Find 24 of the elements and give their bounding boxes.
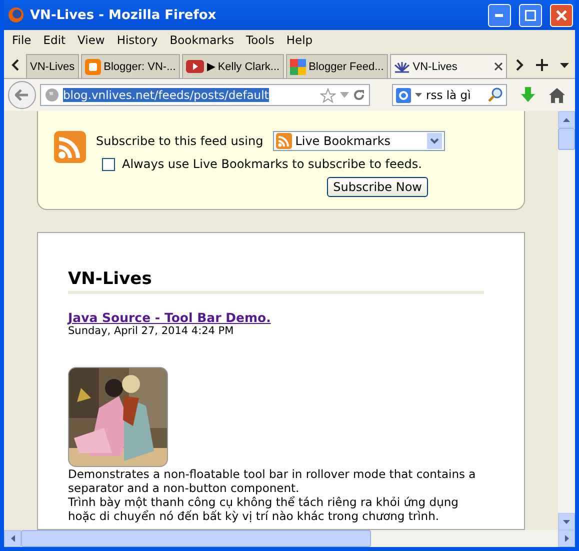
menu-item[interactable]: History [112, 33, 166, 47]
subscribe-button[interactable]: Subscribe Now [327, 177, 428, 197]
post-link[interactable]: Java Source - Tool Bar Demo. [68, 310, 484, 325]
window-title: VN-Lives - Mozilla Firefox [30, 8, 218, 22]
browser-tab[interactable]: VN-Lives [390, 54, 507, 78]
browser-tab[interactable]: VN-Lives [26, 54, 79, 78]
post-date: Sunday, April 27, 2014 4:24 PM [68, 325, 235, 337]
menu-item[interactable]: Edit [39, 33, 74, 47]
address-field[interactable]: blog.vnlives.net/feeds/posts/default [40, 84, 370, 106]
menu-item[interactable]: View [74, 33, 113, 47]
reader-dropdown[interactable]: Live Bookmarks [273, 131, 446, 151]
post-text: Demonstrates a non-floatable tool bar in rollover mode that contains a separator and a non-button component. [68, 467, 477, 495]
blog-title: VN-Lives [68, 269, 484, 294]
browser-tab[interactable]: Blogger Feed... [286, 54, 388, 78]
menu-item[interactable]: Help [282, 33, 321, 47]
always-label: Always use Live Bookmarks to subscribe to feeds. [122, 157, 422, 171]
menu-item[interactable]: Tools [242, 33, 282, 47]
browser-tab[interactable]: ▶ Kelly Clark... [182, 54, 284, 78]
menu-item[interactable]: File [8, 33, 40, 47]
post-text: Trình bày một thanh công cụ không thể tách riêng ra khỏi ứng dụng hoặc di chuyển nó đến bất kỳ vị trí nào khác trong chương trình. [68, 495, 460, 523]
browser-tab[interactable]: Blogger: VN-... [80, 54, 180, 78]
subscribe-label: Subscribe to this feed using [96, 134, 264, 148]
menu-item[interactable]: Bookmarks [166, 33, 242, 47]
search-field[interactable]: rss là gì [392, 84, 507, 106]
